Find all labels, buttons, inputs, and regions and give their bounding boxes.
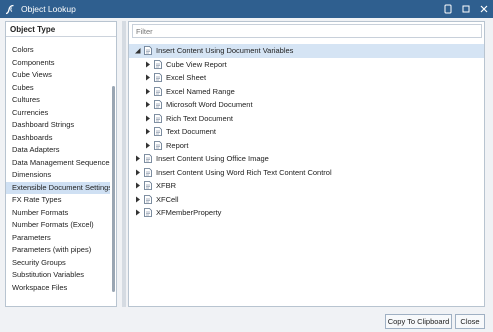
dialog-body: Object Type Colors Components Cube Views Cu… [0,18,493,332]
tree-node[interactable]: XFBR [129,179,484,193]
object-type-item[interactable]: Number Formats (Excel) [6,219,110,232]
tree-node[interactable]: Insert Content Using Document Variables [129,44,484,58]
object-type-item[interactable]: Currencies [6,107,110,120]
tree-node-label: Excel Sheet [166,73,207,83]
tree-node-label: XFBR [156,181,177,191]
collapsed-arrow-icon[interactable] [133,182,141,190]
document-icon [154,100,162,110]
document-icon [144,181,152,191]
button-bar: Copy To Clipboard Close [0,311,493,332]
close-button[interactable]: Close [455,314,485,329]
maximize-icon[interactable] [461,3,471,15]
collapsed-arrow-icon[interactable] [133,155,141,163]
object-type-item[interactable]: FX Rate Types [6,194,110,207]
close-icon[interactable] [479,3,489,15]
document-icon [154,140,162,150]
object-type-item[interactable]: Parameters [6,232,110,245]
collapsed-arrow-icon[interactable] [143,87,151,95]
object-type-panel: Object Type Colors Components Cube Views Cu… [5,21,117,307]
object-type-scrollbar[interactable] [112,86,115,292]
copy-to-clipboard-button[interactable]: Copy To Clipboard [385,314,452,329]
object-tree: Insert Content Using Document Variables C… [129,44,484,220]
tree-node-label: Excel Named Range [166,86,235,96]
tree-node-label: Rich Text Document [166,113,233,123]
object-type-item[interactable]: Cultures [6,94,110,107]
tree-node-label: Report [166,140,189,150]
collapsed-arrow-icon[interactable] [143,114,151,122]
title-bar: Object Lookup [0,0,493,18]
document-icon [154,113,162,123]
tree-node[interactable]: Insert Content Using Word Rich Text Cont… [129,166,484,180]
document-icon [144,154,152,164]
collapsed-arrow-icon[interactable] [143,141,151,149]
object-type-item[interactable]: Cube Views [6,69,110,82]
tree-node-label: Cube View Report [166,59,227,69]
document-icon [144,46,152,56]
tree-node-label: XFMemberProperty [156,208,222,218]
tree-node-label: Microsoft Word Document [166,100,253,110]
collapsed-arrow-icon[interactable] [143,128,151,136]
document-icon [154,86,162,96]
window-title: Object Lookup [21,4,76,14]
document-icon [154,73,162,83]
document-icon [144,167,152,177]
tree-node[interactable]: Microsoft Word Document [129,98,484,112]
object-type-item[interactable]: Colors [6,44,110,57]
object-type-item[interactable]: Substitution Variables [6,269,110,282]
tree-node-label: Insert Content Using Document Variables [156,46,294,56]
restore-icon[interactable] [443,3,453,15]
tree-node[interactable]: Rich Text Document [129,112,484,126]
object-type-item[interactable]: Parameters (with pipes) [6,244,110,257]
collapsed-arrow-icon[interactable] [143,101,151,109]
tree-node-label: XFCell [156,194,179,204]
object-type-item[interactable]: Security Groups [6,257,110,270]
object-type-item[interactable]: Dimensions [6,169,110,182]
tree-node[interactable]: XFMemberProperty [129,206,484,220]
filter-input[interactable] [132,24,482,38]
tree-node[interactable]: Insert Content Using Office Image [129,152,484,166]
object-type-header: Object Type [6,22,116,37]
collapsed-arrow-icon[interactable] [133,168,141,176]
tree-node[interactable]: Cube View Report [129,58,484,72]
document-icon [144,208,152,218]
object-type-item[interactable]: Data Management Sequences [6,157,110,170]
object-type-item[interactable]: Workspace Files [6,282,110,295]
document-icon [154,127,162,137]
tree-node[interactable]: XFCell [129,193,484,207]
object-type-item[interactable]: Dashboards [6,132,110,145]
object-type-item[interactable]: Extensible Document Settings [6,181,110,194]
collapsed-arrow-icon[interactable] [143,60,151,68]
collapsed-arrow-icon[interactable] [133,195,141,203]
tree-node-label: Text Document [166,127,217,137]
panel-splitter[interactable] [122,21,126,307]
tree-node[interactable]: Excel Sheet [129,71,484,85]
object-type-list: Colors Components Cube Views Cubes Cultures C… [6,44,110,294]
onestream-logo-icon [4,3,16,15]
tree-node-label: Insert Content Using Office Image [156,154,269,164]
object-type-item[interactable]: Dashboard Strings [6,119,110,132]
document-icon [154,59,162,69]
document-icon [144,194,152,204]
object-type-item[interactable]: Data Adapters [6,144,110,157]
object-type-item[interactable]: Components [6,57,110,70]
object-tree-panel: Insert Content Using Document Variables C… [128,21,485,307]
tree-node[interactable]: Excel Named Range [129,85,484,99]
collapsed-arrow-icon[interactable] [143,74,151,82]
tree-node[interactable]: Text Document [129,125,484,139]
object-type-item[interactable]: Number Formats [6,207,110,220]
object-type-item[interactable]: Cubes [6,82,110,95]
tree-node[interactable]: Report [129,139,484,153]
collapsed-arrow-icon[interactable] [133,209,141,217]
tree-node-label: Insert Content Using Word Rich Text Cont… [156,167,332,177]
expanded-arrow-icon[interactable] [133,47,141,55]
